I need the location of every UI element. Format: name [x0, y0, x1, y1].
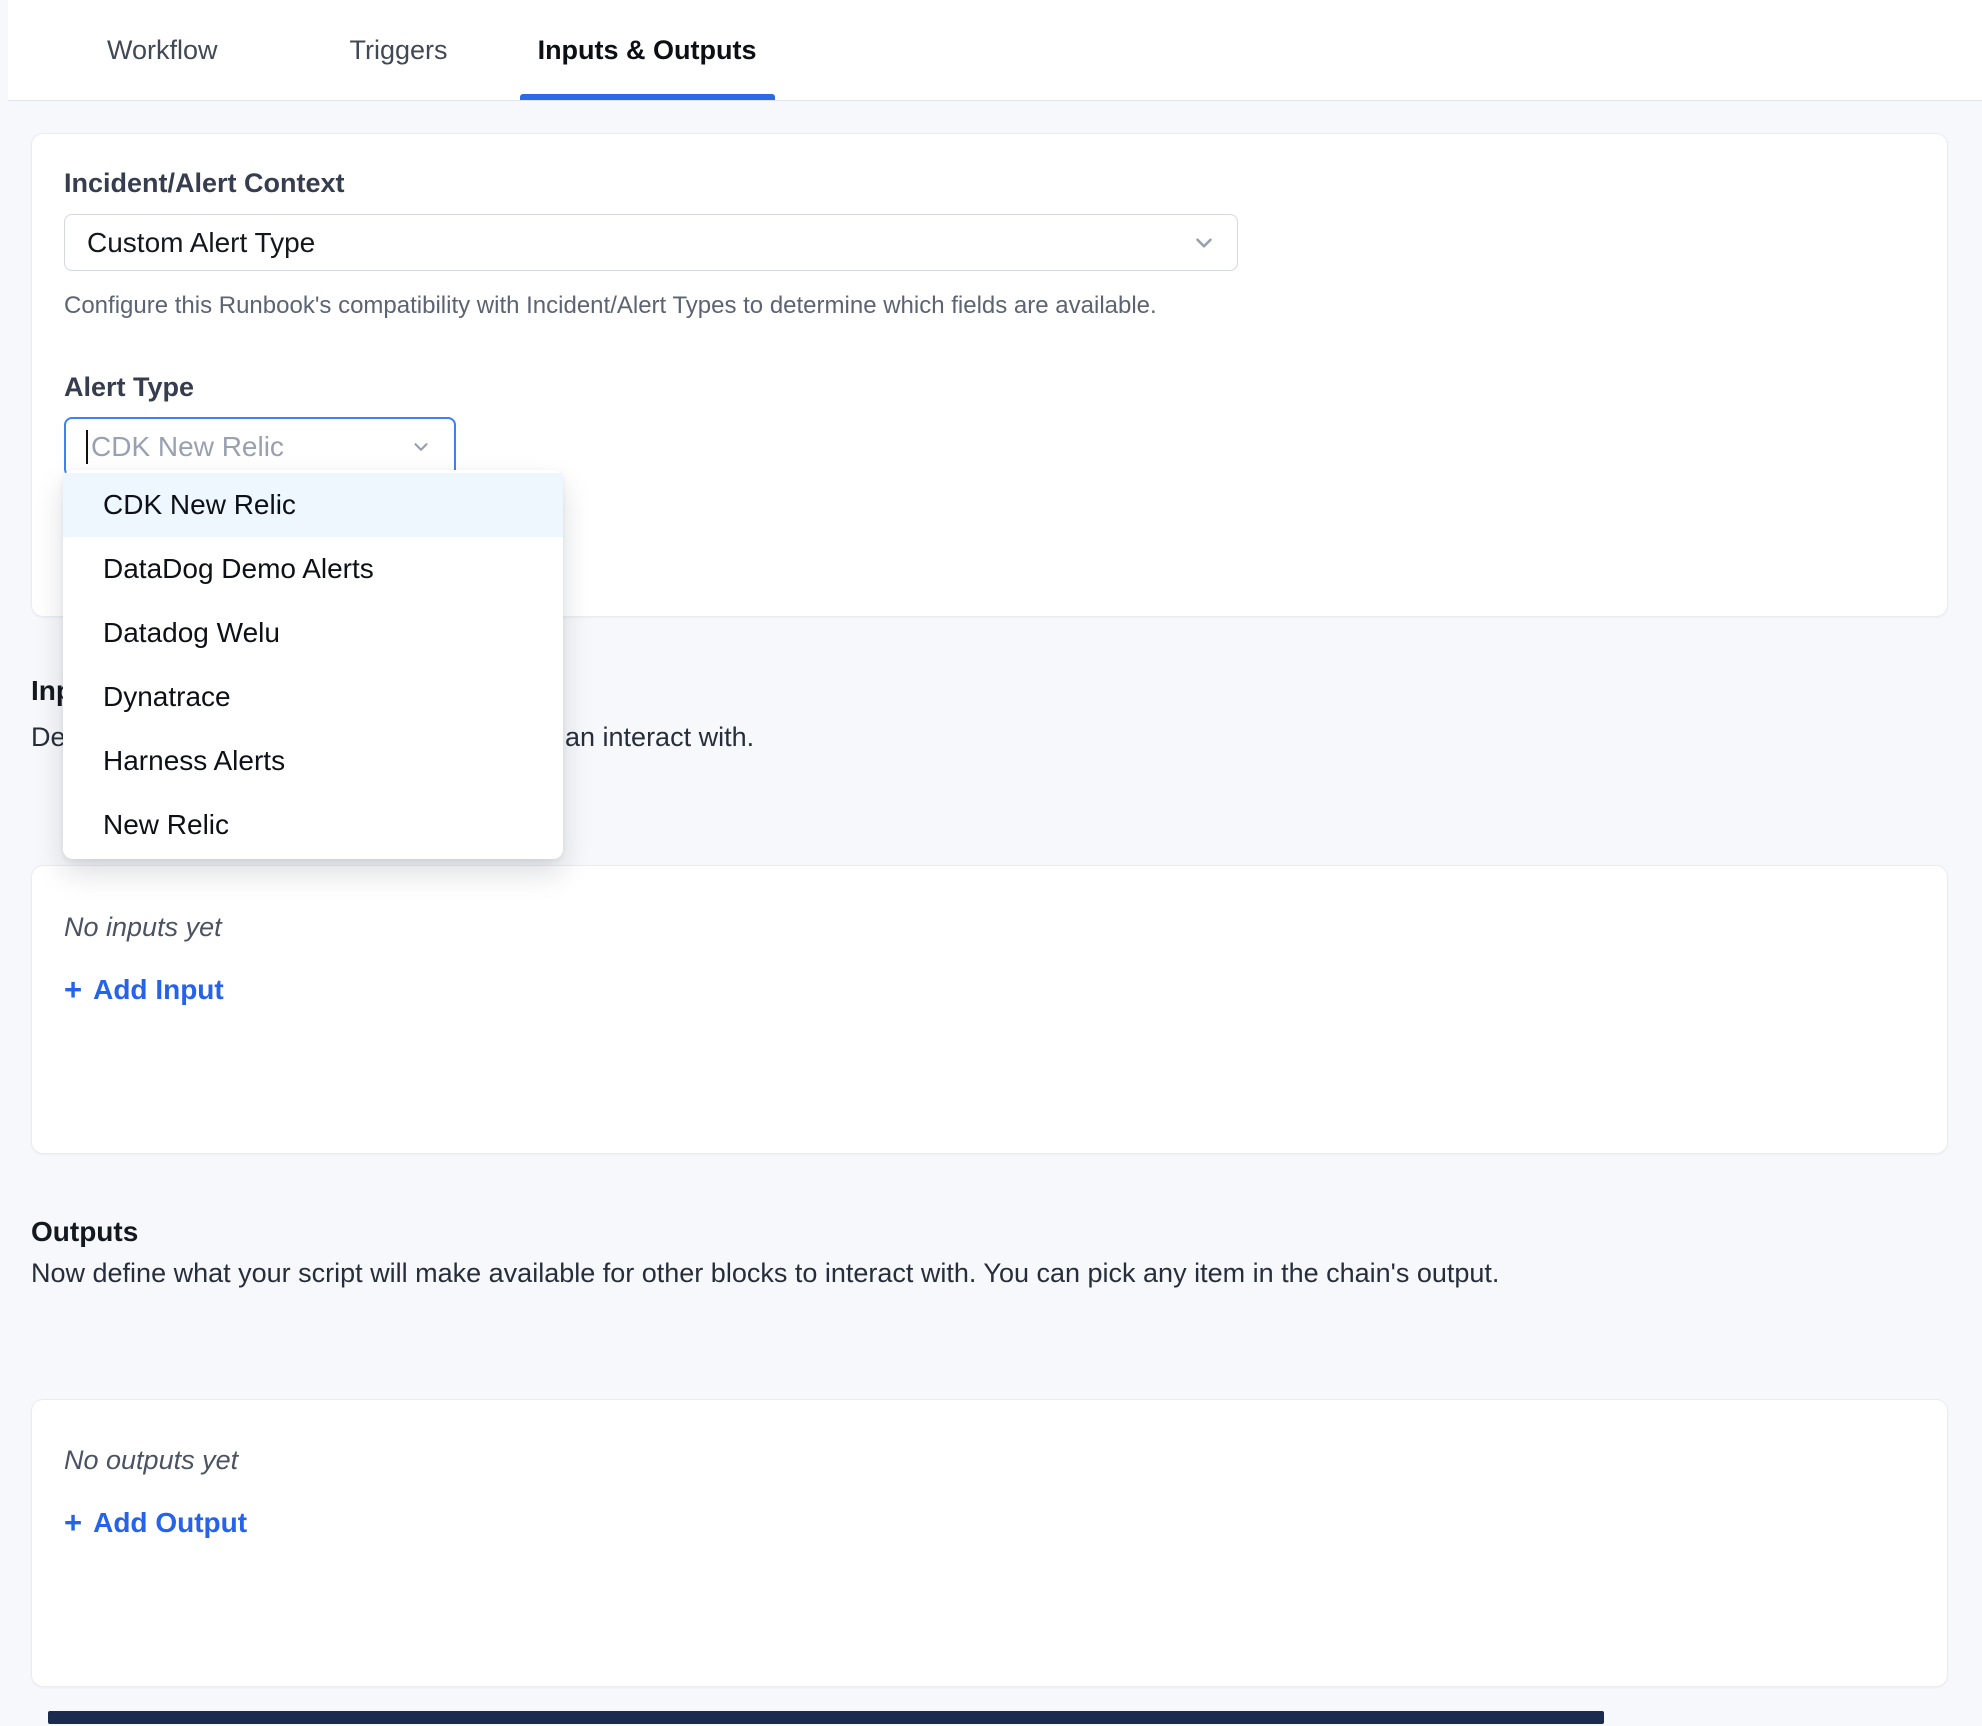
- alert-type-combobox[interactable]: CDK New Relic: [64, 417, 456, 477]
- tab-workflow[interactable]: Workflow: [89, 0, 236, 100]
- incident-alert-context-value: Custom Alert Type: [87, 227, 315, 259]
- alert-type-placeholder: CDK New Relic: [91, 431, 284, 463]
- chevron-down-icon: [410, 436, 432, 458]
- incident-alert-context-label: Incident/Alert Context: [64, 168, 1915, 199]
- dropdown-option-new-relic[interactable]: New Relic: [63, 793, 563, 857]
- add-input-label: Add Input: [93, 974, 224, 1006]
- outputs-card: No outputs yet + Add Output: [31, 1399, 1948, 1687]
- add-input-button[interactable]: + Add Input: [64, 974, 224, 1006]
- plus-icon: +: [64, 974, 82, 1005]
- outputs-section-description: Now define what your script will make av…: [31, 1258, 1499, 1289]
- plus-icon: +: [64, 1507, 82, 1538]
- alert-type-label: Alert Type: [64, 372, 1915, 403]
- dropdown-option-harness-alerts[interactable]: Harness Alerts: [63, 729, 563, 793]
- tab-triggers[interactable]: Triggers: [332, 0, 466, 100]
- add-output-label: Add Output: [93, 1507, 247, 1539]
- inputs-card: No inputs yet + Add Input: [31, 865, 1948, 1154]
- tab-bar: Workflow Triggers Inputs & Outputs: [8, 0, 1982, 101]
- dropdown-option-dynatrace[interactable]: Dynatrace: [63, 665, 563, 729]
- inputs-section-description-left: De: [31, 722, 66, 753]
- inputs-empty-text: No inputs yet: [64, 912, 1915, 943]
- tab-inputs-outputs[interactable]: Inputs & Outputs: [520, 0, 775, 100]
- outputs-empty-text: No outputs yet: [64, 1445, 1915, 1476]
- bottom-accent-bar: [48, 1711, 1604, 1724]
- dropdown-option-datadog-welu[interactable]: Datadog Welu: [63, 601, 563, 665]
- incident-alert-context-select[interactable]: Custom Alert Type: [64, 214, 1238, 271]
- add-output-button[interactable]: + Add Output: [64, 1507, 247, 1539]
- text-cursor: [86, 430, 88, 464]
- chevron-down-icon: [1191, 230, 1217, 256]
- dropdown-option-cdk-new-relic[interactable]: CDK New Relic: [63, 473, 563, 537]
- inputs-section-description-right: an interact with.: [565, 722, 754, 753]
- alert-type-dropdown: CDK New Relic DataDog Demo Alerts Datado…: [63, 470, 563, 859]
- dropdown-option-datadog-demo-alerts[interactable]: DataDog Demo Alerts: [63, 537, 563, 601]
- context-helper-text: Configure this Runbook's compatibility w…: [64, 292, 1915, 320]
- outputs-section-heading: Outputs: [31, 1216, 138, 1248]
